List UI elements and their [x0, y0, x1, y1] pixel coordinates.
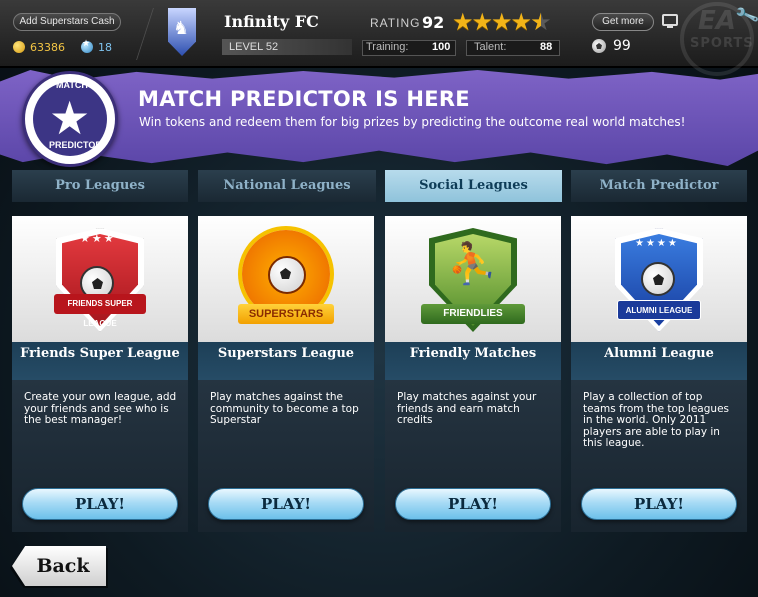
card-description: Play matches against the community to be…	[210, 391, 359, 426]
rating-value: 92	[422, 13, 445, 32]
tokens-value: 18	[98, 40, 112, 54]
camera-icon[interactable]	[662, 14, 678, 28]
card-title: Friends Super League	[12, 342, 188, 380]
crest-stars-icon: ★★★★	[635, 238, 679, 249]
crest-stars-icon: ★★★	[80, 232, 116, 245]
tab-match-predictor[interactable]: Match Predictor	[571, 170, 747, 202]
talent-label: Talent:	[474, 41, 507, 53]
football-icon	[592, 39, 606, 53]
badge-inner: MATCH ★ PREDICTOR	[33, 80, 107, 156]
ea-logo-text: EA	[698, 6, 736, 36]
token-icon	[81, 39, 93, 53]
half-star-icon: ★	[530, 8, 552, 36]
training-label: Training:	[366, 41, 409, 53]
back-button[interactable]: Back	[12, 546, 106, 586]
talent-value: 88	[540, 41, 553, 53]
add-superstars-cash-button[interactable]: Add Superstars Cash	[13, 13, 121, 31]
star-icon: ★	[452, 8, 474, 36]
star-icon: ★	[510, 8, 533, 36]
sports-logo-text: SPORTS	[690, 36, 754, 51]
tab-social-leagues[interactable]: Social Leagues	[385, 170, 562, 202]
balls-value: 99	[613, 38, 631, 54]
card-description: Create your own league, add your friends…	[24, 391, 177, 426]
card-image: ★★★★ ALUMNI LEAGUE	[571, 216, 747, 342]
card-title: Friendly Matches	[385, 342, 561, 380]
match-predictor-badge[interactable]: MATCH ★ PREDICTOR	[22, 71, 118, 167]
badge-bottom-text: PREDICTOR	[49, 140, 102, 150]
card-body: Play matches against the community to be…	[198, 380, 374, 532]
crest-ribbon: SUPERSTARS	[238, 304, 334, 324]
league-card-friendly-matches: ⛹ FRIENDLIES Friendly Matches Play match…	[385, 216, 561, 532]
crest-ribbon: FRIENDLIES	[421, 304, 525, 324]
league-card-superstars-league: SUPERSTARS Superstars League Play matche…	[198, 216, 374, 532]
coin-icon	[13, 41, 25, 53]
card-image: ★★★ FRIENDS SUPER LEAGUE	[12, 216, 188, 342]
card-description: Play a collection of top teams from the …	[583, 391, 729, 449]
card-description: Play matches against your friends and ea…	[397, 391, 537, 426]
training-value: 100	[432, 41, 451, 53]
crest-ribbon: ALUMNI LEAGUE	[617, 300, 701, 320]
star-icon: ★	[491, 8, 513, 36]
play-button[interactable]: PLAY!	[208, 488, 364, 520]
tab-national-leagues[interactable]: National Leagues	[198, 170, 376, 202]
crest-ribbon: FRIENDS SUPER LEAGUE	[54, 294, 146, 328]
banner-title: MATCH PREDICTOR IS HERE	[138, 87, 470, 111]
rating-stars: ★ ★ ★ ★ ★	[452, 8, 552, 36]
play-button[interactable]: PLAY!	[581, 488, 737, 520]
star-icon: ★	[49, 91, 91, 145]
badge-top-text: MATCH	[56, 80, 88, 90]
play-button[interactable]: PLAY!	[395, 488, 551, 520]
players-silhouette-icon: ⛹	[447, 241, 497, 287]
banner-subtitle: Win tokens and redeem them for big prize…	[139, 115, 686, 129]
rating-label: RATING	[370, 16, 421, 30]
tab-pro-leagues[interactable]: Pro Leagues	[12, 170, 188, 202]
card-body: Create your own league, add your friends…	[12, 380, 188, 532]
card-title: Alumni League	[571, 342, 747, 380]
football-icon	[641, 262, 675, 296]
card-body: Play a collection of top teams from the …	[571, 380, 747, 532]
coins-value: 63386	[30, 40, 65, 54]
get-more-button[interactable]: Get more	[592, 13, 654, 31]
club-name: Infinity FC	[224, 12, 319, 31]
top-bar	[0, 0, 758, 68]
play-button[interactable]: PLAY!	[22, 488, 178, 520]
card-body: Play matches against your friends and ea…	[385, 380, 561, 532]
card-image: SUPERSTARS	[198, 216, 374, 342]
football-icon	[268, 256, 306, 294]
league-card-friends-super-league: ★★★ FRIENDS SUPER LEAGUE Friends Super L…	[12, 216, 188, 532]
card-image: ⛹ FRIENDLIES	[385, 216, 561, 342]
card-title: Superstars League	[198, 342, 374, 380]
level-text: LEVEL 52	[229, 41, 279, 53]
league-card-alumni-league: ★★★★ ALUMNI LEAGUE Alumni League Play a …	[571, 216, 747, 532]
currency-row: 63386 18	[13, 39, 112, 54]
star-icon: ★	[471, 8, 494, 36]
